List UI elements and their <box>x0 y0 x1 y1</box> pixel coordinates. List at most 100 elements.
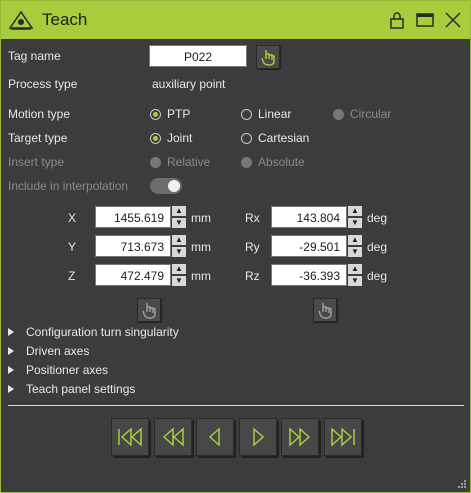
rz-label: Rz <box>245 269 260 283</box>
spin-down-icon[interactable]: ▼ <box>172 218 186 228</box>
rx-unit: deg <box>367 211 388 225</box>
skip-last-icon <box>331 427 355 447</box>
close-icon[interactable] <box>443 10 463 30</box>
expand-arrow-icon <box>8 328 14 336</box>
rz-spinner[interactable]: ▲ ▼ <box>348 264 362 286</box>
section-label: Teach panel settings <box>26 382 136 396</box>
window-title: Teach <box>42 10 88 29</box>
motion-linear-radio[interactable]: Linear <box>241 103 291 125</box>
spin-up-icon[interactable]: ▲ <box>172 235 186 245</box>
previous-button[interactable] <box>196 418 234 456</box>
next-fast-button[interactable] <box>281 418 319 456</box>
y-input[interactable]: 713.673 <box>95 235 171 257</box>
motion-circular-radio: Circular <box>333 103 391 125</box>
teach-icon <box>8 10 34 30</box>
expand-arrow-icon <box>8 385 14 393</box>
x-input[interactable]: 1455.619 <box>95 206 171 228</box>
spin-up-icon[interactable]: ▲ <box>172 206 186 216</box>
lock-icon[interactable] <box>387 10 407 30</box>
ry-spinner[interactable]: ▲ ▼ <box>348 235 362 257</box>
include-interpolation-label: Include in interpolation <box>8 179 129 193</box>
previous-fast-button[interactable] <box>154 418 192 456</box>
radio-label: Relative <box>167 155 211 169</box>
radio-indicator <box>333 108 344 120</box>
process-type-value: auxiliary point <box>152 77 226 91</box>
x-spinner[interactable]: ▲ ▼ <box>172 206 186 228</box>
ry-input[interactable]: -29.501 <box>271 235 347 257</box>
spin-down-icon[interactable]: ▼ <box>348 276 362 286</box>
radio-indicator <box>150 156 161 168</box>
step-forward-icon <box>253 427 265 447</box>
teach-orientation-button[interactable] <box>313 298 337 322</box>
spin-down-icon[interactable]: ▼ <box>348 247 362 257</box>
y-unit: mm <box>191 240 211 254</box>
rz-input[interactable]: -36.393 <box>271 264 347 286</box>
spin-up-icon[interactable]: ▲ <box>348 206 362 216</box>
section-teach-panel-settings[interactable]: Teach panel settings <box>8 380 135 398</box>
radio-indicator <box>241 108 252 120</box>
spin-down-icon[interactable]: ▼ <box>172 276 186 286</box>
rewind-icon <box>162 427 184 447</box>
radio-indicator <box>150 132 161 144</box>
rx-spinner[interactable]: ▲ ▼ <box>348 206 362 228</box>
teach-position-button[interactable] <box>137 298 161 322</box>
y-spinner[interactable]: ▲ ▼ <box>172 235 186 257</box>
insert-relative-radio: Relative <box>150 151 210 173</box>
ry-label: Ry <box>245 240 260 254</box>
spin-down-icon[interactable]: ▼ <box>172 247 186 257</box>
x-unit: mm <box>191 211 211 225</box>
tag-name-field[interactable]: P022 <box>149 45 247 67</box>
spin-down-icon[interactable]: ▼ <box>348 218 362 228</box>
next-button[interactable] <box>239 418 277 456</box>
title-bar[interactable]: Teach <box>1 1 470 39</box>
section-label: Configuration turn singularity <box>26 325 179 339</box>
spin-up-icon[interactable]: ▲ <box>348 235 362 245</box>
rz-unit: deg <box>367 269 388 283</box>
radio-label: Joint <box>167 131 193 145</box>
motion-type-label: Motion type <box>8 107 71 121</box>
spin-up-icon[interactable]: ▲ <box>172 264 186 274</box>
hand-pointer-icon <box>318 303 332 319</box>
section-positioner-axes[interactable]: Positioner axes <box>8 361 108 379</box>
z-input[interactable]: 472.479 <box>95 264 171 286</box>
teach-tag-button[interactable] <box>256 45 280 69</box>
ry-unit: deg <box>367 240 388 254</box>
expand-arrow-icon <box>8 347 14 355</box>
section-label: Positioner axes <box>26 363 109 377</box>
z-label: Z <box>68 269 76 283</box>
radio-indicator <box>150 108 161 120</box>
hand-pointer-icon <box>261 50 275 66</box>
maximize-icon[interactable] <box>415 10 435 30</box>
first-point-button[interactable] <box>111 418 149 456</box>
z-spinner[interactable]: ▲ ▼ <box>172 264 186 286</box>
target-joint-radio[interactable]: Joint <box>150 127 192 149</box>
insert-absolute-radio: Absolute <box>241 151 305 173</box>
x-label: X <box>68 211 77 225</box>
toggle-knob <box>168 180 180 192</box>
step-back-icon <box>208 427 220 447</box>
spin-up-icon[interactable]: ▲ <box>348 264 362 274</box>
last-point-button[interactable] <box>324 418 362 456</box>
rx-input[interactable]: 143.804 <box>271 206 347 228</box>
rx-label: Rx <box>245 211 260 225</box>
radio-indicator <box>241 156 252 168</box>
fast-forward-icon <box>289 427 311 447</box>
tag-name-label: Tag name <box>8 49 61 63</box>
radio-label: PTP <box>167 107 191 121</box>
hand-pointer-icon <box>142 303 156 319</box>
radio-indicator <box>241 132 252 144</box>
section-label: Driven axes <box>26 344 90 358</box>
include-interpolation-toggle[interactable] <box>150 178 182 194</box>
motion-ptp-radio[interactable]: PTP <box>150 103 190 125</box>
z-unit: mm <box>191 269 211 283</box>
process-type-label: Process type <box>8 77 78 91</box>
insert-type-label: Insert type <box>8 155 65 169</box>
section-driven-axes[interactable]: Driven axes <box>8 342 89 360</box>
resize-grip-icon[interactable] <box>457 479 467 489</box>
target-cartesian-radio[interactable]: Cartesian <box>241 127 309 149</box>
y-label: Y <box>68 240 77 254</box>
expand-arrow-icon <box>8 366 14 374</box>
skip-first-icon <box>118 427 142 447</box>
section-configuration[interactable]: Configuration turn singularity <box>8 323 179 341</box>
divider <box>8 405 464 406</box>
